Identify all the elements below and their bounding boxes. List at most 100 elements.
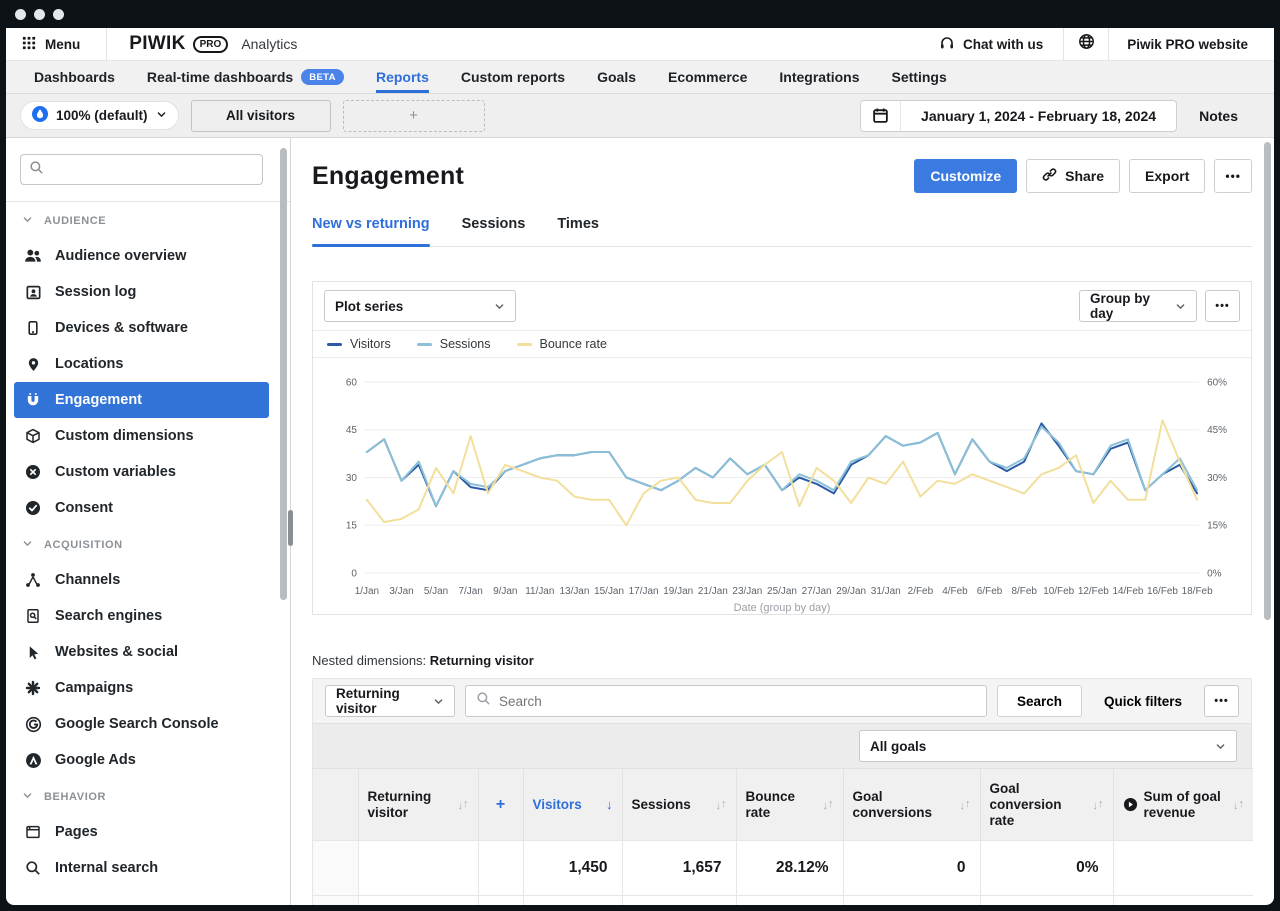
sidebar-item-pages[interactable]: Pages: [14, 814, 269, 850]
sidebar-item-audience-overview[interactable]: Audience overview: [14, 238, 269, 274]
table-row[interactable]: 1,1481,078: [313, 896, 1253, 906]
sidebar-item-google-search-console[interactable]: Google Search Console: [14, 706, 269, 742]
menu-button[interactable]: Menu: [6, 28, 107, 60]
customize-button[interactable]: Customize: [914, 159, 1017, 193]
sidebar-section-acquisition[interactable]: ACQUISITION: [6, 526, 290, 562]
column-header-goal-conversions[interactable]: Goal conversions↓↑: [843, 769, 980, 841]
nav-tab-real-time-dashboards[interactable]: Real-time dashboardsBETA: [147, 61, 344, 93]
nav-tab-ecommerce[interactable]: Ecommerce: [668, 61, 747, 93]
dimension-select[interactable]: Returning visitor: [325, 685, 455, 717]
sort-icons[interactable]: ↓↑: [1233, 799, 1244, 811]
report-tab-new-vs-returning[interactable]: New vs returning: [312, 216, 430, 246]
report-tab-times[interactable]: Times: [557, 216, 599, 246]
content-area: AUDIENCEAudience overview Session log Devi…: [6, 138, 1274, 905]
sidebar-item-websites-social[interactable]: Websites & social: [14, 634, 269, 670]
notes-label: Notes: [1199, 108, 1238, 124]
sidebar-item-channels[interactable]: Channels: [14, 562, 269, 598]
report-actions: Customize Share Export •••: [914, 159, 1252, 193]
sidebar-section-behavior[interactable]: BEHAVIOR: [6, 778, 290, 814]
table-row[interactable]: 1,4501,65728.12%00%: [313, 841, 1253, 896]
column-header-sum-of-goal-revenue[interactable]: Sum of goal revenue↓↑: [1113, 769, 1253, 841]
column-header-sessions[interactable]: Sessions↓↑: [622, 769, 736, 841]
sort-icons[interactable]: ↓↑: [1093, 799, 1104, 811]
sidebar-item-session-log[interactable]: Session log: [14, 274, 269, 310]
date-range-picker[interactable]: January 1, 2024 - February 18, 2024: [860, 100, 1177, 132]
column-header-returning-visitor[interactable]: Returning visitor↓↑: [358, 769, 478, 841]
sidebar-item-custom-variables[interactable]: Custom variables: [14, 454, 269, 490]
svg-text:1/Jan: 1/Jan: [355, 586, 379, 597]
window-control-dot[interactable]: [34, 9, 45, 20]
column-header-bounce-rate[interactable]: Bounce rate↓↑: [736, 769, 843, 841]
export-button[interactable]: Export: [1129, 159, 1205, 193]
nav-tab-goals[interactable]: Goals: [597, 61, 636, 93]
site-picker[interactable]: Piwik PRO website: [1109, 28, 1274, 60]
report-sidebar: AUDIENCEAudience overview Session log Devi…: [6, 138, 291, 905]
nav-tab-custom-reports[interactable]: Custom reports: [461, 61, 565, 93]
sidebar-item-custom-dimensions[interactable]: Custom dimensions: [14, 418, 269, 454]
sidebar-item-devices-software[interactable]: Devices & software: [14, 310, 269, 346]
share-button[interactable]: Share: [1026, 159, 1120, 193]
sidebar-item-label: Session log: [55, 284, 136, 300]
chart-more-button[interactable]: •••: [1205, 290, 1240, 322]
users-icon: [24, 247, 42, 265]
nav-tab-reports[interactable]: Reports: [376, 61, 429, 93]
all-goals-select[interactable]: All goals: [859, 730, 1237, 762]
table-more-button[interactable]: •••: [1204, 685, 1239, 717]
plot-series-select[interactable]: Plot series: [324, 290, 516, 322]
sidebar-item-label: Devices & software: [55, 320, 188, 336]
magnet-icon: [24, 392, 42, 408]
segment-all-visitors[interactable]: All visitors: [191, 100, 331, 132]
table-search-input[interactable]: [499, 694, 976, 709]
svg-text:18/Feb: 18/Feb: [1182, 586, 1213, 597]
sidebar-search-input[interactable]: [51, 162, 254, 177]
sidebar-search[interactable]: [20, 154, 263, 185]
more-actions-button[interactable]: •••: [1214, 159, 1252, 193]
site-globe-segment[interactable]: [1063, 28, 1109, 60]
traffic-sample-select[interactable]: 100% (default): [20, 101, 179, 130]
brand-logo[interactable]: PIWIK PRO Analytics: [107, 28, 297, 60]
sidebar-item-engagement[interactable]: Engagement: [14, 382, 269, 418]
legend-label: Sessions: [440, 337, 491, 351]
svg-text:19/Jan: 19/Jan: [663, 586, 693, 597]
sort-icons[interactable]: ↓↑: [716, 799, 727, 811]
sidebar-section-audience[interactable]: AUDIENCE: [6, 202, 290, 238]
sidebar-resize-handle[interactable]: [288, 510, 293, 546]
column-header-[interactable]: +: [478, 769, 523, 841]
sidebar-item-locations[interactable]: Locations: [14, 346, 269, 382]
nav-tab-dashboards[interactable]: Dashboards: [34, 61, 115, 93]
sort-icons[interactable]: ↓↑: [458, 799, 469, 811]
sort-icons[interactable]: ↓↑: [960, 799, 971, 811]
chat-with-us-button[interactable]: Chat with us: [919, 28, 1063, 60]
column-header-goal-conversion-rate[interactable]: Goal conversion rate↓↑: [980, 769, 1113, 841]
legend-item-bounce-rate[interactable]: Bounce rate: [517, 337, 607, 351]
table-cell: [843, 896, 980, 906]
sort-icons[interactable]: ↓↑: [823, 799, 834, 811]
doc-search-icon: [24, 608, 42, 624]
table-cell: 0%: [980, 841, 1113, 896]
engagement-line-chart[interactable]: 00%1515%3030%4545%6060%1/Jan3/Jan5/Jan7/…: [313, 358, 1251, 614]
header-right: Chat with us Piwik PRO website: [919, 28, 1274, 60]
search-button[interactable]: Search: [997, 685, 1082, 717]
column-header-visitors[interactable]: Visitors↓: [523, 769, 622, 841]
sidebar-item-internal-search[interactable]: Internal search: [14, 850, 269, 886]
sidebar-scrollbar[interactable]: [280, 148, 287, 600]
segment-label: All visitors: [226, 108, 295, 123]
add-segment-button[interactable]: +: [343, 100, 485, 132]
report-tab-sessions[interactable]: Sessions: [462, 216, 526, 246]
nav-tab-integrations[interactable]: Integrations: [779, 61, 859, 93]
svg-text:13/Jan: 13/Jan: [559, 586, 589, 597]
legend-item-sessions[interactable]: Sessions: [417, 337, 491, 351]
window-control-dot[interactable]: [15, 9, 26, 20]
sidebar-item-consent[interactable]: Consent: [14, 490, 269, 526]
sidebar-item-campaigns[interactable]: Campaigns: [14, 670, 269, 706]
window-control-dot[interactable]: [53, 9, 64, 20]
nav-tab-settings[interactable]: Settings: [892, 61, 947, 93]
sort-desc-icon[interactable]: ↓: [606, 797, 613, 812]
notes-button[interactable]: Notes: [1177, 108, 1260, 124]
main-scrollbar[interactable]: [1264, 142, 1271, 620]
legend-item-visitors[interactable]: Visitors: [327, 337, 391, 351]
sidebar-item-google-ads[interactable]: Google Ads: [14, 742, 269, 778]
group-by-select[interactable]: Group by day: [1079, 290, 1197, 322]
sidebar-item-search-engines[interactable]: Search engines: [14, 598, 269, 634]
quick-filters-button[interactable]: Quick filters: [1092, 685, 1194, 717]
